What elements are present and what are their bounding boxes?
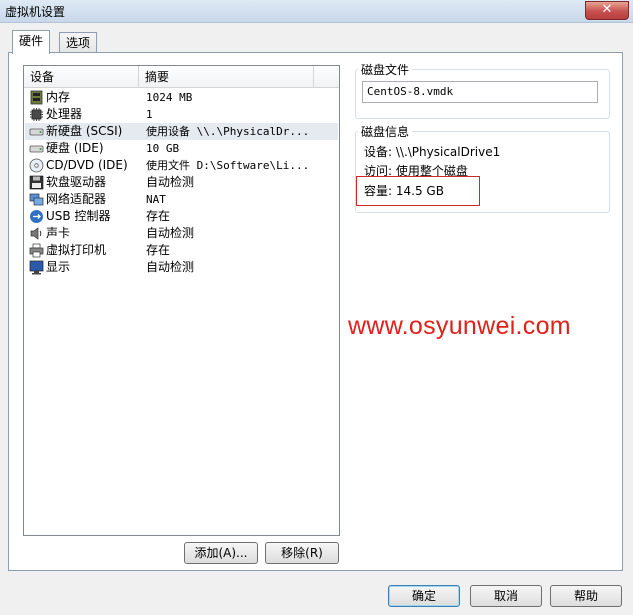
device-row-sound-card[interactable]: 声卡 自动检测 — [25, 225, 338, 242]
add-button[interactable]: 添加(A)... — [184, 542, 258, 564]
usb-icon — [30, 210, 43, 223]
device-summary: 10 GB — [146, 142, 180, 155]
device-row-hard-disk-ide[interactable]: 硬盘 (IDE) 10 GB — [25, 140, 338, 157]
disk-file-value: CentOS-8.vmdk — [367, 85, 454, 98]
device-list[interactable]: 设备 摘要 内存 1024 MB 处理器 1 新硬盘 (SCSI) 使用设备 \… — [23, 65, 340, 536]
device-summary: 存在 — [146, 209, 171, 223]
column-header-device-label: 设备 — [30, 70, 55, 84]
device-summary: 使用文件 D:\Software\Li... — [146, 159, 310, 172]
device-name: 显示 — [46, 260, 71, 274]
cancel-button[interactable]: 取消 — [470, 585, 542, 607]
ok-button[interactable]: 确定 — [388, 585, 460, 607]
device-row-processor[interactable]: 处理器 1 — [25, 106, 338, 123]
disk-file-label: 磁盘文件 — [358, 61, 413, 78]
device-summary: 使用设备 \\.\PhysicalDr... — [146, 125, 310, 138]
column-header-summary-label: 摘要 — [145, 70, 170, 84]
column-header-summary[interactable]: 摘要 — [139, 66, 314, 88]
device-name: CD/DVD (IDE) — [46, 158, 128, 172]
device-name: 处理器 — [46, 107, 83, 121]
help-button-label: 帮助 — [573, 589, 598, 603]
device-name: 网络适配器 — [46, 192, 107, 206]
device-row-display[interactable]: 显示 自动检测 — [25, 259, 338, 276]
hard-disk-icon — [29, 145, 44, 153]
device-row-virtual-printer[interactable]: 虚拟打印机 存在 — [25, 242, 338, 259]
device-summary: 1 — [146, 108, 153, 121]
cd-dvd-icon — [29, 158, 44, 173]
help-button[interactable]: 帮助 — [550, 585, 622, 607]
device-summary: 自动检测 — [146, 260, 195, 274]
device-name: 新硬盘 (SCSI) — [46, 124, 123, 138]
ok-button-label: 确定 — [411, 589, 436, 603]
remove-button-label: 移除(R) — [281, 546, 323, 560]
device-summary: NAT — [146, 193, 166, 206]
device-row-new-hard-disk[interactable]: 新硬盘 (SCSI) 使用设备 \\.\PhysicalDr... — [25, 123, 338, 140]
disk-info-label: 磁盘信息 — [358, 123, 413, 140]
tab-hardware[interactable]: 硬件 — [12, 30, 51, 54]
floppy-icon — [29, 175, 44, 190]
monitor-icon — [29, 260, 44, 275]
device-row-network-adapter[interactable]: 网络适配器 NAT — [25, 191, 338, 208]
capacity-highlight-box — [356, 176, 480, 206]
tab-options[interactable]: 选项 — [59, 32, 98, 53]
remove-button[interactable]: 移除(R) — [265, 542, 339, 564]
title-bar: 虚拟机设置 ✕ — [0, 0, 633, 23]
column-header-filler — [314, 66, 339, 88]
disk-file-field[interactable]: CentOS-8.vmdk — [362, 81, 598, 103]
window-title: 虚拟机设置 — [5, 5, 66, 19]
device-name: 虚拟打印机 — [46, 243, 107, 257]
column-header-device[interactable]: 设备 — [24, 66, 139, 88]
add-button-label: 添加(A)... — [194, 546, 248, 560]
memory-icon — [30, 90, 43, 105]
device-row-usb-controller[interactable]: USB 控制器 存在 — [25, 208, 338, 225]
close-icon: ✕ — [601, 2, 613, 17]
disk-info-device: 设备: \\.\PhysicalDrive1 — [364, 145, 501, 159]
device-summary: 存在 — [146, 243, 171, 257]
cancel-button-label: 取消 — [493, 589, 518, 603]
device-name: 硬盘 (IDE) — [46, 141, 104, 155]
device-row-memory[interactable]: 内存 1024 MB — [25, 89, 338, 106]
device-summary: 自动检测 — [146, 226, 195, 240]
device-name: USB 控制器 — [46, 209, 111, 223]
hard-disk-icon — [29, 128, 44, 136]
network-adapter-icon — [29, 193, 44, 206]
device-name: 软盘驱动器 — [46, 175, 107, 189]
printer-icon — [29, 243, 44, 258]
device-row-cd-dvd[interactable]: CD/DVD (IDE) 使用文件 D:\Software\Li... — [25, 157, 338, 174]
device-name: 内存 — [46, 90, 71, 104]
device-summary: 自动检测 — [146, 175, 195, 189]
tab-options-label: 选项 — [66, 36, 91, 50]
device-summary: 1024 MB — [146, 91, 193, 104]
device-name: 声卡 — [46, 226, 71, 240]
cpu-icon — [30, 108, 43, 121]
watermark-text: www.osyunwei.com — [348, 312, 571, 340]
tab-hardware-label: 硬件 — [19, 34, 44, 48]
close-button[interactable]: ✕ — [585, 1, 629, 20]
speaker-icon — [30, 227, 42, 240]
device-row-floppy[interactable]: 软盘驱动器 自动检测 — [25, 174, 338, 191]
